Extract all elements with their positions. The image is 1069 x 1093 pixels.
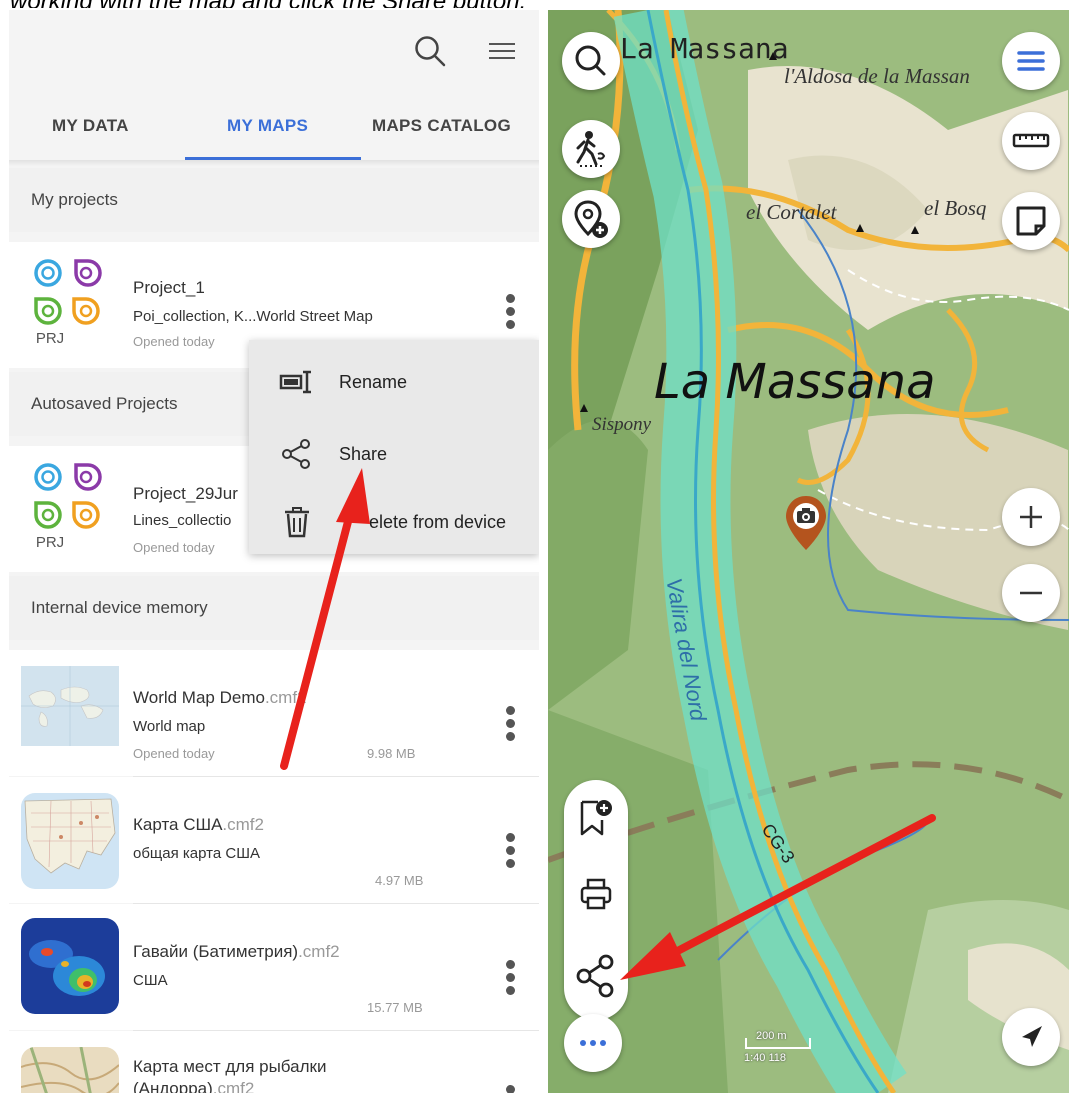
layers-button[interactable]	[1002, 192, 1060, 250]
share-icon	[282, 439, 310, 469]
maps-manager-panel: MY DATA MY MAPS MAPS CATALOG My projects…	[9, 10, 539, 1093]
map-name: Карта мест для рыбалки	[133, 1057, 327, 1076]
map-thumbnail	[21, 1047, 119, 1093]
map-label-sispony: Sispony	[592, 414, 652, 435]
map-label-cortalet: el Cortalet	[746, 200, 837, 224]
share-icon[interactable]	[574, 952, 618, 1000]
map-opened: Opened today	[133, 746, 215, 761]
map-size: 4.97 MB	[375, 873, 424, 888]
minus-icon	[1020, 591, 1042, 595]
track-record-button[interactable]	[562, 120, 620, 178]
map-search-button[interactable]	[562, 32, 620, 90]
plus-icon	[1020, 506, 1042, 528]
ruler-icon	[1012, 133, 1050, 148]
prj-badge: PRJ	[35, 330, 65, 347]
scale-distance: 200 m	[756, 1030, 787, 1042]
menu-item-rename[interactable]: Rename	[249, 348, 539, 418]
map-label-bosq: el Bosq	[924, 196, 987, 220]
map-label-la-massana: La Massana	[620, 32, 789, 65]
section-header-my-projects: My projects	[9, 168, 539, 232]
delete-label: elete from device	[369, 512, 507, 532]
project-subtitle: Lines_collectio	[133, 512, 232, 529]
project-title: Project_29Jur	[133, 484, 238, 503]
project-opened: Opened today	[133, 334, 215, 349]
map-size: 15.77 MB	[367, 1000, 423, 1015]
section-header-internal-memory: Internal device memory	[9, 576, 539, 640]
scale-ratio: 1:40 118	[744, 1052, 787, 1064]
tabs-divider	[9, 160, 539, 166]
map-thumbnail	[21, 793, 119, 889]
navigation-arrow-icon	[1022, 1026, 1042, 1047]
map-description: World map	[133, 718, 206, 735]
map-row[interactable]: Карта мест для рыбалки (Андорра).cmf2	[9, 1031, 539, 1093]
my-location-button[interactable]	[1002, 1008, 1060, 1066]
map-view[interactable]: La Massana l'Aldosa de la Massan el Cort…	[548, 10, 1069, 1093]
map-description: общая карта США	[133, 845, 260, 862]
more-options-icon[interactable]	[503, 706, 517, 746]
camera-poi-icon[interactable]	[784, 494, 828, 554]
tab-my-data[interactable]: MY DATA	[52, 116, 129, 136]
context-menu: Rename Share elete from device	[249, 340, 539, 554]
map-thumbnail	[21, 666, 119, 746]
map-name: Гавайи (Батиметрия).cmf2	[133, 942, 340, 961]
project-title: Project_1	[133, 278, 205, 297]
main-menu-button[interactable]	[1002, 32, 1060, 90]
hiker-track-icon	[576, 131, 606, 167]
zoom-out-button[interactable]	[1002, 564, 1060, 622]
zoom-in-button[interactable]	[1002, 488, 1060, 546]
print-icon[interactable]	[576, 874, 616, 914]
more-options-icon[interactable]	[503, 960, 517, 1000]
menu-item-share[interactable]: Share	[249, 420, 539, 490]
map-description: США	[133, 972, 168, 989]
instruction-caption: working with the map and click the Share…	[10, 0, 770, 8]
map-row[interactable]: World Map Demo.cmf2 World map Opened tod…	[9, 650, 539, 776]
search-icon[interactable]	[413, 34, 447, 68]
map-actions-toolbar	[564, 780, 628, 1020]
scale-bar: 200 m 1:40 118	[744, 1026, 814, 1066]
add-bookmark-icon[interactable]	[576, 796, 616, 840]
rename-icon	[279, 370, 311, 394]
add-point-button[interactable]	[562, 190, 620, 248]
measure-button[interactable]	[1002, 112, 1060, 170]
map-label-aldosa: l'Aldosa de la Massan	[784, 64, 970, 88]
search-icon	[575, 45, 606, 76]
map-name: World Map Demo.cmf2	[133, 688, 307, 707]
more-options-icon[interactable]	[503, 294, 517, 334]
share-label: Share	[339, 444, 388, 464]
project-subtitle: Poi_collection, K...World Street Map	[133, 308, 373, 325]
menu-icon[interactable]	[485, 34, 519, 68]
more-actions-button[interactable]	[564, 1014, 622, 1072]
map-label-la-massana-big: La Massana	[654, 354, 936, 410]
map-thumbnail	[21, 918, 119, 1014]
tab-maps-catalog[interactable]: MAPS CATALOG	[372, 116, 511, 136]
map-row[interactable]: Карта США.cmf2 общая карта США 4.97 MB	[9, 777, 539, 903]
trash-icon	[285, 507, 309, 538]
map-row[interactable]: Гавайи (Батиметрия).cmf2 США 15.77 MB	[9, 904, 539, 1030]
more-options-icon[interactable]	[503, 833, 517, 873]
tab-my-maps[interactable]: MY MAPS	[227, 116, 308, 136]
map-name: Карта США.cmf2	[133, 815, 264, 834]
prj-badge: PRJ	[35, 534, 65, 551]
menu-item-delete[interactable]: elete from device	[249, 488, 539, 558]
rename-label: Rename	[339, 372, 408, 392]
tab-bar: MY DATA MY MAPS MAPS CATALOG	[9, 102, 539, 162]
map-layers-icon	[1016, 206, 1046, 236]
map-size: 9.98 MB	[367, 746, 416, 761]
add-location-icon	[574, 200, 608, 238]
more-options-icon[interactable]	[503, 1085, 517, 1093]
menu-icon	[1017, 51, 1045, 71]
more-dots-icon	[580, 1040, 606, 1046]
project-opened: Opened today	[133, 540, 215, 555]
map-name-line2: (Андорра).cmf2	[133, 1079, 255, 1093]
